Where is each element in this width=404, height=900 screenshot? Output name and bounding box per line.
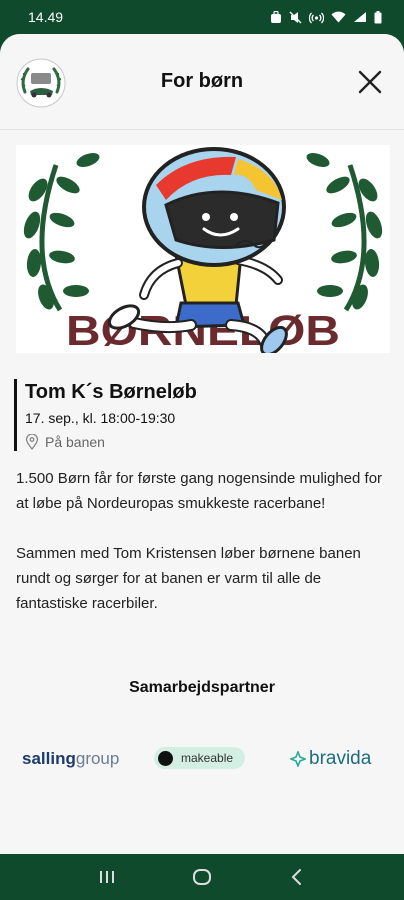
makeable-logo-icon bbox=[158, 750, 173, 766]
partner-salling-group[interactable]: salling group bbox=[22, 739, 119, 779]
partner-salling-name: salling bbox=[22, 749, 76, 768]
hotspot-icon bbox=[309, 12, 324, 23]
event-hero-image: BØRNELØB bbox=[16, 145, 390, 353]
partner-makeable-name: makeable bbox=[181, 751, 234, 765]
partners-heading: Samarbejdspartner bbox=[129, 679, 275, 696]
sheet-title: For børn bbox=[160, 70, 244, 92]
back-button[interactable] bbox=[277, 857, 317, 897]
notification-icon bbox=[271, 10, 281, 23]
close-icon bbox=[358, 70, 382, 94]
modal-sheet: For børn BØRNELØB Tom K´s Børneløb 17. s… bbox=[0, 34, 404, 854]
sheet-header: For børn bbox=[0, 34, 404, 130]
partner-salling-suffix: group bbox=[75, 749, 120, 768]
bravida-logo-icon bbox=[290, 751, 306, 767]
helmet-runner-illustration: BØRNELØB bbox=[23, 147, 383, 353]
status-bar: 14.49 bbox=[0, 0, 404, 34]
recent-apps-button[interactable] bbox=[87, 857, 127, 897]
event-date: 17. sep., kl. 18:00-19:30 bbox=[25, 410, 176, 426]
partner-bravida[interactable]: bravida bbox=[290, 739, 371, 779]
event-info: Tom K´s Børneløb 17. sep., kl. 18:00-19:… bbox=[14, 379, 384, 451]
description-paragraph: Sammen med Tom Kristensen løber børnene … bbox=[16, 545, 361, 612]
status-time: 14.49 bbox=[28, 9, 64, 25]
app-screen: 14.49 For børn BØRNELØB Tom K´s Børneløb… bbox=[0, 0, 404, 900]
system-nav-bar bbox=[0, 854, 404, 900]
event-description: 1.500 Børn får for første gang nogensind… bbox=[16, 466, 390, 616]
recent-apps-icon bbox=[100, 871, 115, 883]
signal-icon bbox=[354, 12, 366, 22]
partner-bravida-name: bravida bbox=[309, 748, 372, 769]
close-button[interactable] bbox=[356, 68, 384, 96]
event-title: Tom K´s Børneløb bbox=[25, 381, 197, 403]
battery-icon bbox=[374, 10, 382, 23]
event-location-text: På banen bbox=[45, 434, 105, 450]
wifi-icon bbox=[331, 11, 346, 23]
back-icon bbox=[291, 869, 301, 885]
home-button[interactable] bbox=[182, 857, 222, 897]
description-paragraph: 1.500 Børn får for første gang nogensind… bbox=[16, 470, 383, 512]
event-location: På banen bbox=[25, 433, 384, 451]
location-pin-icon bbox=[25, 434, 39, 450]
home-icon bbox=[192, 869, 211, 885]
partner-makeable[interactable]: makeable bbox=[154, 747, 246, 769]
partner-logos: salling group makeable bravida bbox=[0, 739, 404, 779]
mute-icon bbox=[289, 11, 302, 23]
status-icons bbox=[270, 10, 382, 24]
